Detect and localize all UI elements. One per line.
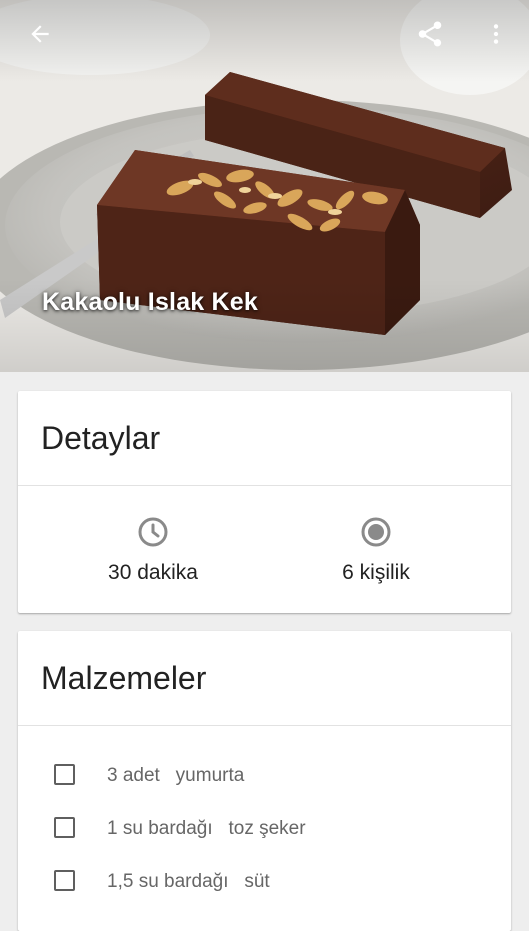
ingredient-name: toz şeker <box>228 818 306 839</box>
servings-icon <box>361 517 391 547</box>
recipe-hero-image: Kakaolu Islak Kek <box>0 0 529 372</box>
ingredient-name: süt <box>244 871 270 892</box>
details-title: Detaylar <box>41 419 161 456</box>
ingredient-label: 1 su bardağı toz şeker <box>107 818 306 840</box>
share-button[interactable] <box>408 12 452 56</box>
cooking-time: 30 dakika <box>53 516 253 585</box>
details-card: Detaylar 30 dakika 6 kişilik <box>18 391 511 613</box>
details-row: 30 dakika 6 kişilik <box>18 486 511 612</box>
ingredients-card: Malzemeler 3 adet yumurta 1 su bardağı t… <box>18 631 511 931</box>
share-icon <box>418 21 442 47</box>
ingredients-title: Malzemeler <box>41 659 207 696</box>
more-options-button[interactable] <box>474 12 518 56</box>
servings: 6 kişilik <box>276 516 476 585</box>
ingredients-list: 3 adet yumurta 1 su bardağı toz şeker 1,… <box>18 726 511 923</box>
ingredient-name: yumurta <box>175 765 245 786</box>
back-button[interactable] <box>18 12 62 56</box>
ingredient-amount: 3 adet <box>107 765 160 786</box>
ingredient-item[interactable]: 1,5 su bardağı süt <box>18 870 511 923</box>
recipe-title: Kakaolu Islak Kek <box>42 288 259 316</box>
ingredient-checkbox[interactable] <box>54 764 75 785</box>
ingredient-item[interactable]: 3 adet yumurta <box>18 764 511 817</box>
ingredient-label: 3 adet yumurta <box>107 765 244 787</box>
app-bar <box>0 0 529 70</box>
clock-icon <box>138 517 168 547</box>
more-vert-icon <box>493 24 499 44</box>
ingredient-amount: 1,5 su bardağı <box>107 871 229 892</box>
details-header: Detaylar <box>18 391 511 486</box>
servings-value: 6 kişilik <box>342 561 410 584</box>
ingredient-label: 1,5 su bardağı süt <box>107 871 270 893</box>
ingredient-checkbox[interactable] <box>54 817 75 838</box>
ingredient-checkbox[interactable] <box>54 870 75 891</box>
ingredients-header: Malzemeler <box>18 631 511 726</box>
ingredient-amount: 1 su bardağı <box>107 818 213 839</box>
ingredient-item[interactable]: 1 su bardağı toz şeker <box>18 817 511 870</box>
arrow-back-icon <box>31 25 49 43</box>
cooking-time-value: 30 dakika <box>108 561 198 584</box>
